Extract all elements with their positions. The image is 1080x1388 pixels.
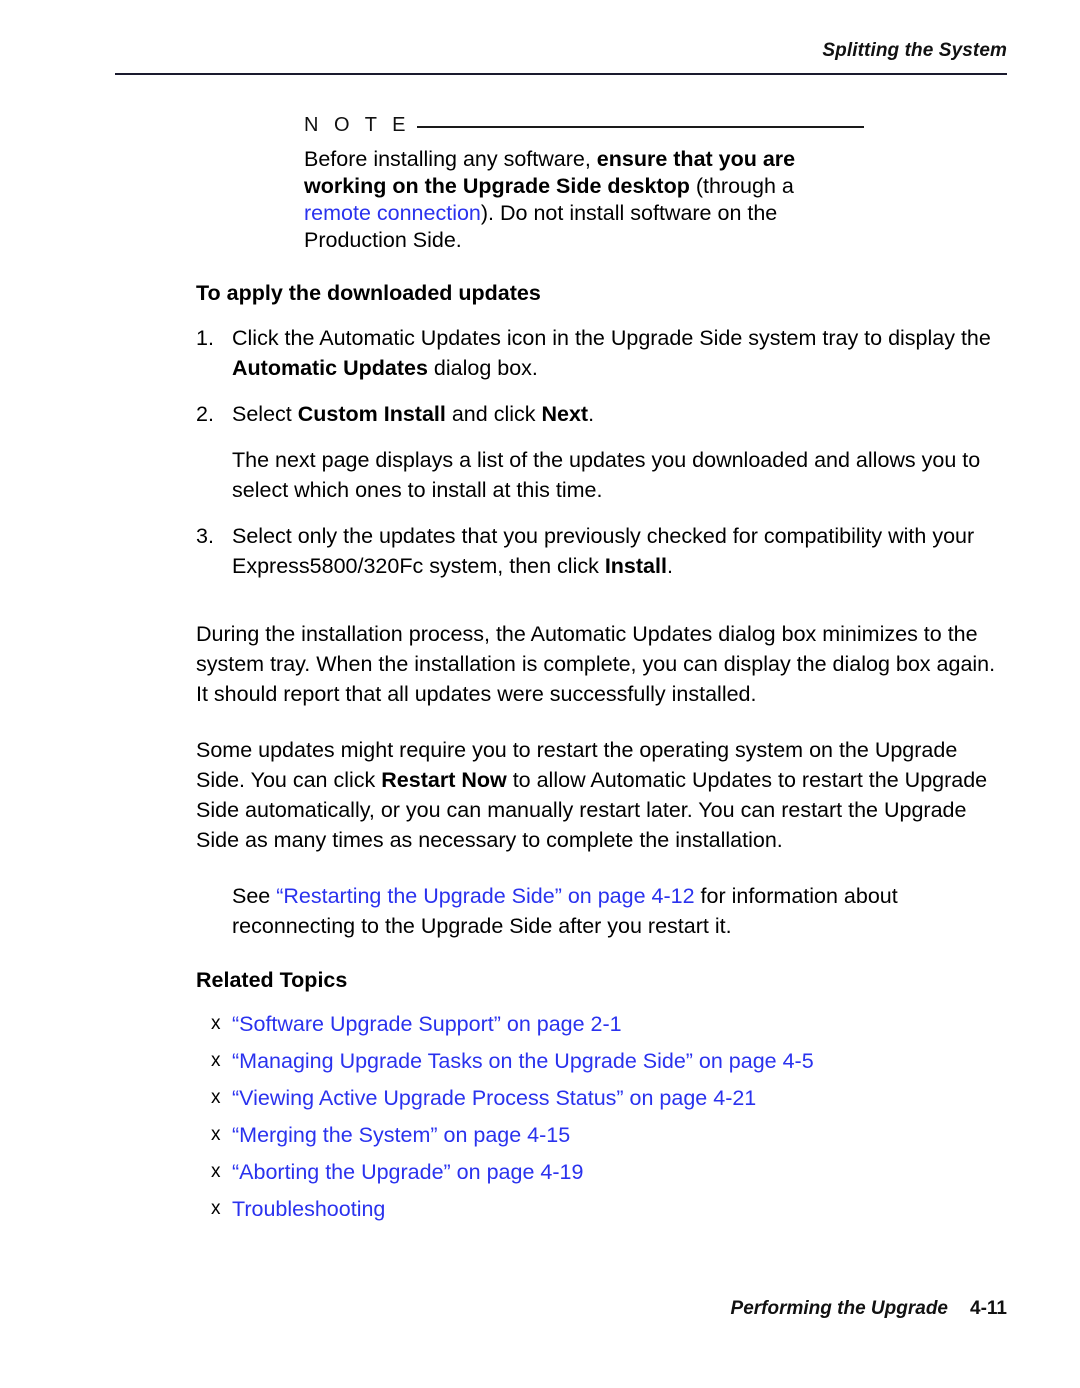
related-topic-link[interactable]: “Aborting the Upgrade” on page 4-19 xyxy=(232,1160,583,1184)
step-text-2d: Next xyxy=(541,402,589,426)
note-callout: N O T E Before installing any software, … xyxy=(304,112,864,254)
procedure-heading: To apply the downloaded updates xyxy=(196,281,541,305)
step-text-2b: Custom Install xyxy=(297,402,446,426)
step-number-1: 1. xyxy=(196,326,214,350)
step-text-1b: Automatic Updates xyxy=(232,356,428,380)
running-header: Splitting the System xyxy=(822,40,1007,61)
note-header-rule xyxy=(416,125,864,128)
bullet-x-icon: x xyxy=(211,1087,221,1108)
step-text-1a: Click the Automatic Updates icon in the … xyxy=(232,326,991,350)
step-text-2e: . xyxy=(588,402,595,426)
cross-reference-link[interactable]: “Restarting the Upgrade Side” on page 4-… xyxy=(276,884,694,908)
related-topic-item[interactable]: x “Merging the System” on page 4-15 xyxy=(196,1121,996,1149)
related-topic-item[interactable]: x “Viewing Active Upgrade Process Status… xyxy=(196,1084,996,1112)
related-topics-list: x “Software Upgrade Support” on page 2-1… xyxy=(196,1010,996,1223)
step-explanation: The next page displays a list of the upd… xyxy=(232,448,981,502)
step-number-2: 2. xyxy=(196,402,214,426)
note-header: N O T E xyxy=(304,112,864,138)
procedure-step-3: 3. Select only the updates that you previ… xyxy=(196,521,1026,581)
step-number-3: 3. xyxy=(196,524,214,548)
footer-title: Performing the Upgrade xyxy=(730,1298,949,1319)
cross-reference-lead: See xyxy=(232,884,277,908)
note-text-lead: Before installing any software, xyxy=(304,147,597,171)
header-rule xyxy=(115,73,1007,75)
procedure-step-2: 2. Select Custom Install and click Next. xyxy=(196,399,1026,429)
related-topic-item[interactable]: x Troubleshooting xyxy=(196,1195,996,1223)
related-topic-item[interactable]: x “Managing Upgrade Tasks on the Upgrade… xyxy=(196,1047,996,1075)
related-topic-link[interactable]: “Viewing Active Upgrade Process Status” … xyxy=(232,1086,756,1110)
note-remote-connection-link[interactable]: remote connection xyxy=(304,201,481,225)
procedure-step-1: 1. Click the Automatic Updates icon in th… xyxy=(196,323,1026,383)
step-text-3a: Select only the updates that you previou… xyxy=(232,524,975,578)
step-text-2c: and click xyxy=(445,402,542,426)
note-body: Before installing any software, ensure t… xyxy=(304,146,804,254)
step-text-3c: . xyxy=(666,554,673,578)
paragraph-cross-reference: See “Restarting the Upgrade Side” on pag… xyxy=(196,881,1022,941)
note-label: N O T E xyxy=(304,113,411,136)
related-topic-link[interactable]: “Managing Upgrade Tasks on the Upgrade S… xyxy=(232,1049,814,1073)
related-topic-link[interactable]: Troubleshooting xyxy=(232,1197,385,1221)
document-page: Splitting the System N O T E Before inst… xyxy=(0,0,1080,1388)
step-text-3b: Install xyxy=(604,554,667,578)
related-topic-link[interactable]: “Software Upgrade Support” on page 2-1 xyxy=(232,1012,622,1036)
step-text-2a: Select xyxy=(232,402,298,426)
page-footer: Performing the Upgrade 4-11 xyxy=(115,1298,1007,1320)
paragraph-restart-bold: Restart Now xyxy=(381,768,507,792)
bullet-x-icon: x xyxy=(211,1124,221,1145)
bullet-x-icon: x xyxy=(211,1198,221,1219)
paragraph-restart: Some updates might require you to restar… xyxy=(196,735,996,855)
paragraph-during-installation: During the installation process, the Aut… xyxy=(196,622,996,706)
footer-page-number: 4-11 xyxy=(970,1298,1007,1319)
bullet-x-icon: x xyxy=(211,1013,221,1034)
related-topic-item[interactable]: x “Software Upgrade Support” on page 2-1 xyxy=(196,1010,996,1038)
related-topic-link[interactable]: “Merging the System” on page 4-15 xyxy=(232,1123,570,1147)
bullet-x-icon: x xyxy=(211,1161,221,1182)
related-topics-heading: Related Topics xyxy=(196,968,348,992)
bullet-x-icon: x xyxy=(211,1050,221,1071)
related-topic-item[interactable]: x “Aborting the Upgrade” on page 4-19 xyxy=(196,1158,996,1186)
note-text-mid: (through a xyxy=(689,174,794,198)
page-content: N O T E Before installing any software, … xyxy=(196,112,996,1232)
step-text-1c: dialog box. xyxy=(427,356,538,380)
